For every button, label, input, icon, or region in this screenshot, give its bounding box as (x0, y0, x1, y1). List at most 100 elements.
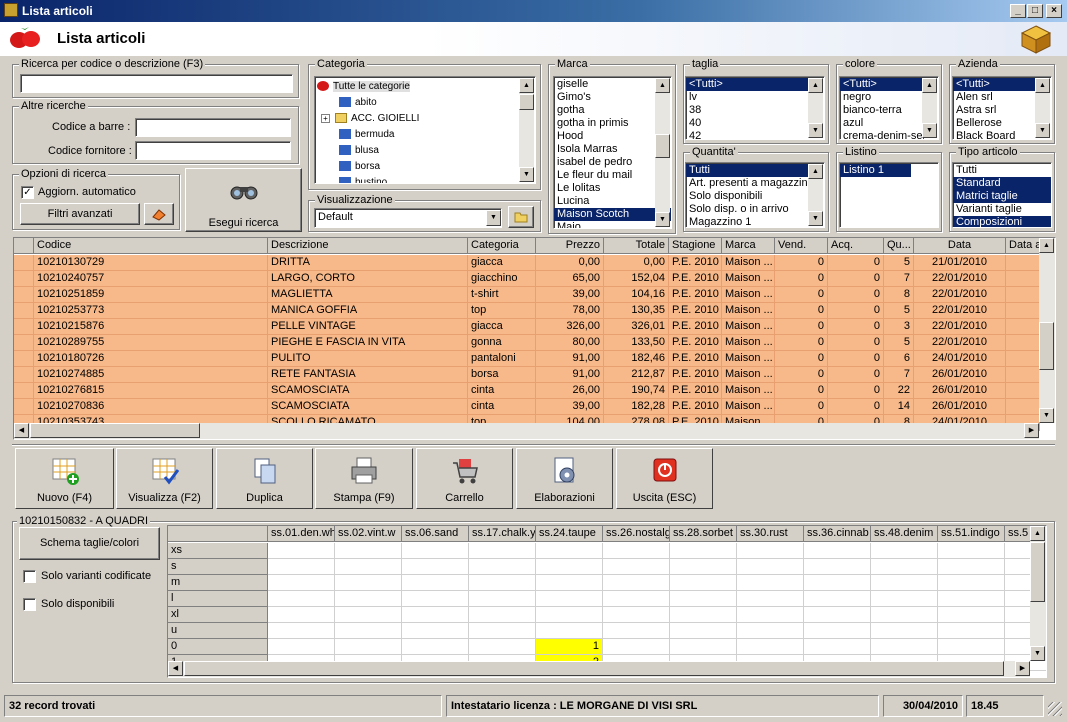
list-item[interactable]: Matrici taglie (953, 190, 1051, 203)
list-item[interactable]: gotha in primis (554, 117, 671, 130)
matrix-cell[interactable] (469, 591, 536, 607)
column-header[interactable]: Qu... (884, 238, 914, 254)
advanced-filters-button[interactable]: Filtri avanzati (20, 203, 140, 225)
size-scrollbar[interactable]: ▲ ▼ (808, 78, 823, 138)
coded-variants-checkbox[interactable] (23, 570, 36, 583)
category-scrollbar[interactable]: ▲ ▼ (519, 78, 534, 182)
matrix-cell[interactable] (536, 575, 603, 591)
category-item[interactable]: + ACC. GIOIELLI (317, 111, 535, 127)
matrix-cell[interactable] (536, 591, 603, 607)
matrix-cell[interactable] (335, 639, 402, 655)
column-header[interactable]: Data (914, 238, 1006, 254)
matrix-cell[interactable] (402, 543, 469, 559)
filter-clear-button[interactable] (144, 203, 174, 225)
minimize-button[interactable]: _ (1010, 4, 1026, 18)
matrix-cell[interactable] (871, 559, 938, 575)
matrix-cell[interactable] (670, 575, 737, 591)
list-item[interactable]: Varianti taglie (953, 203, 1051, 216)
matrix-cell[interactable] (737, 623, 804, 639)
row-selector[interactable] (14, 351, 34, 367)
matrix-cell[interactable] (402, 623, 469, 639)
row-selector[interactable] (14, 287, 34, 303)
list-item[interactable]: Solo disp. o in arrivo (686, 203, 824, 216)
category-item[interactable]: bustino (317, 175, 535, 183)
size-list[interactable]: <Tutti> lv 38 40 42 ▲ ▼ (685, 76, 825, 140)
list-item[interactable]: Art. presenti a magazzino (686, 177, 824, 190)
matrix-cell[interactable] (603, 543, 670, 559)
matrix-cell[interactable] (871, 591, 938, 607)
list-item[interactable]: Maio (554, 221, 671, 228)
matrix-cell[interactable] (335, 591, 402, 607)
column-header[interactable]: Categoria (468, 238, 536, 254)
matrix-hscrollbar[interactable]: ◀ ▶ (168, 661, 1030, 677)
matrix-cell[interactable] (536, 607, 603, 623)
row-selector[interactable] (14, 367, 34, 383)
matrix-cell[interactable] (804, 559, 871, 575)
table-row[interactable]: 10210215876 PELLE VINTAGE giacca 326,00 326,… (14, 319, 1040, 335)
table-row[interactable]: 10210180726 PULITO pantaloni 91,00 182,46 P.E… (14, 351, 1040, 367)
row-selector[interactable] (14, 303, 34, 319)
maximize-button[interactable]: □ (1027, 4, 1043, 18)
matrix-cell[interactable] (469, 639, 536, 655)
matrix-cell[interactable] (268, 639, 335, 655)
table-row[interactable]: 10210240757 LARGO, CORTO giacchino 65,00 152… (14, 271, 1040, 287)
color-scrollbar[interactable]: ▲ ▼ (922, 78, 937, 138)
list-item[interactable]: <Tutti> (686, 78, 808, 91)
barcode-input[interactable] (135, 118, 291, 137)
list-item[interactable]: Standard (953, 177, 1051, 190)
matrix-cell[interactable] (670, 543, 737, 559)
matrix-cell[interactable] (871, 575, 938, 591)
list-item[interactable]: Le fleur du mail (554, 169, 671, 182)
column-header[interactable]: Data a (1006, 238, 1040, 254)
price-list[interactable]: Listino 1 (839, 162, 939, 228)
size-color-schema-button[interactable]: Schema taglie/colori (19, 527, 160, 560)
matrix-cell[interactable] (938, 623, 1005, 639)
supplier-code-input[interactable] (135, 141, 291, 160)
list-item[interactable]: Gimo's (554, 91, 671, 104)
list-item[interactable]: Tutti (686, 164, 808, 177)
category-item[interactable]: bermuda (317, 127, 535, 143)
matrix-cell[interactable] (603, 559, 670, 575)
column-header[interactable]: Prezzo (536, 238, 604, 254)
matrix-cell[interactable] (603, 591, 670, 607)
company-list[interactable]: <Tutti> Alen srl Astra srl Bellerose Bla… (952, 76, 1052, 140)
processing-button[interactable]: Elaborazioni (516, 448, 613, 509)
matrix-cell[interactable] (938, 559, 1005, 575)
matrix-cell[interactable] (402, 575, 469, 591)
column-header[interactable]: Codice (34, 238, 268, 254)
matrix-cell[interactable] (737, 559, 804, 575)
company-scrollbar[interactable]: ▲ ▼ (1035, 78, 1050, 138)
table-hscrollbar[interactable]: ◀ ▶ (14, 423, 1039, 439)
close-button[interactable]: × (1046, 4, 1062, 18)
new-button[interactable]: Nuovo (F4) (15, 448, 114, 509)
available-only-checkbox[interactable] (23, 598, 36, 611)
list-item[interactable]: Solo disponibili (686, 190, 824, 203)
matrix-cell[interactable] (804, 591, 871, 607)
list-item[interactable]: Lucina (554, 195, 671, 208)
list-item[interactable]: giselle (554, 78, 671, 91)
list-item[interactable]: gotha (554, 104, 671, 117)
matrix-cell[interactable] (938, 575, 1005, 591)
matrix-cell[interactable] (603, 639, 670, 655)
matrix-vscrollbar[interactable]: ▲ ▼ (1030, 526, 1046, 661)
list-item[interactable]: Hood (554, 130, 671, 143)
matrix-cell[interactable] (536, 623, 603, 639)
quantity-list[interactable]: Tutti Art. presenti a magazzino Solo dis… (685, 162, 825, 228)
matrix-cell[interactable] (536, 559, 603, 575)
list-item[interactable]: 42 (686, 130, 824, 139)
matrix-cell[interactable] (938, 543, 1005, 559)
column-header[interactable]: Stagione (669, 238, 722, 254)
table-row[interactable]: 10210289755 PIEGHE E FASCIA IN VITA gonna 8… (14, 335, 1040, 351)
matrix-cell[interactable] (603, 623, 670, 639)
matrix-cell[interactable] (938, 591, 1005, 607)
matrix-cell[interactable] (335, 543, 402, 559)
matrix-cell[interactable] (469, 607, 536, 623)
table-row[interactable]: 10210270836 SCAMOSCIATA cinta 39,00 182,28 P.… (14, 399, 1040, 415)
list-item[interactable]: Maison Scotch (554, 208, 671, 221)
brand-list[interactable]: giselle Gimo's gotha gotha in primis Hood Iso… (553, 76, 672, 229)
matrix-cell[interactable] (670, 591, 737, 607)
category-item[interactable]: blusa (317, 143, 535, 159)
matrix-cell[interactable] (938, 607, 1005, 623)
matrix-cell[interactable] (670, 559, 737, 575)
matrix-cell[interactable] (335, 607, 402, 623)
